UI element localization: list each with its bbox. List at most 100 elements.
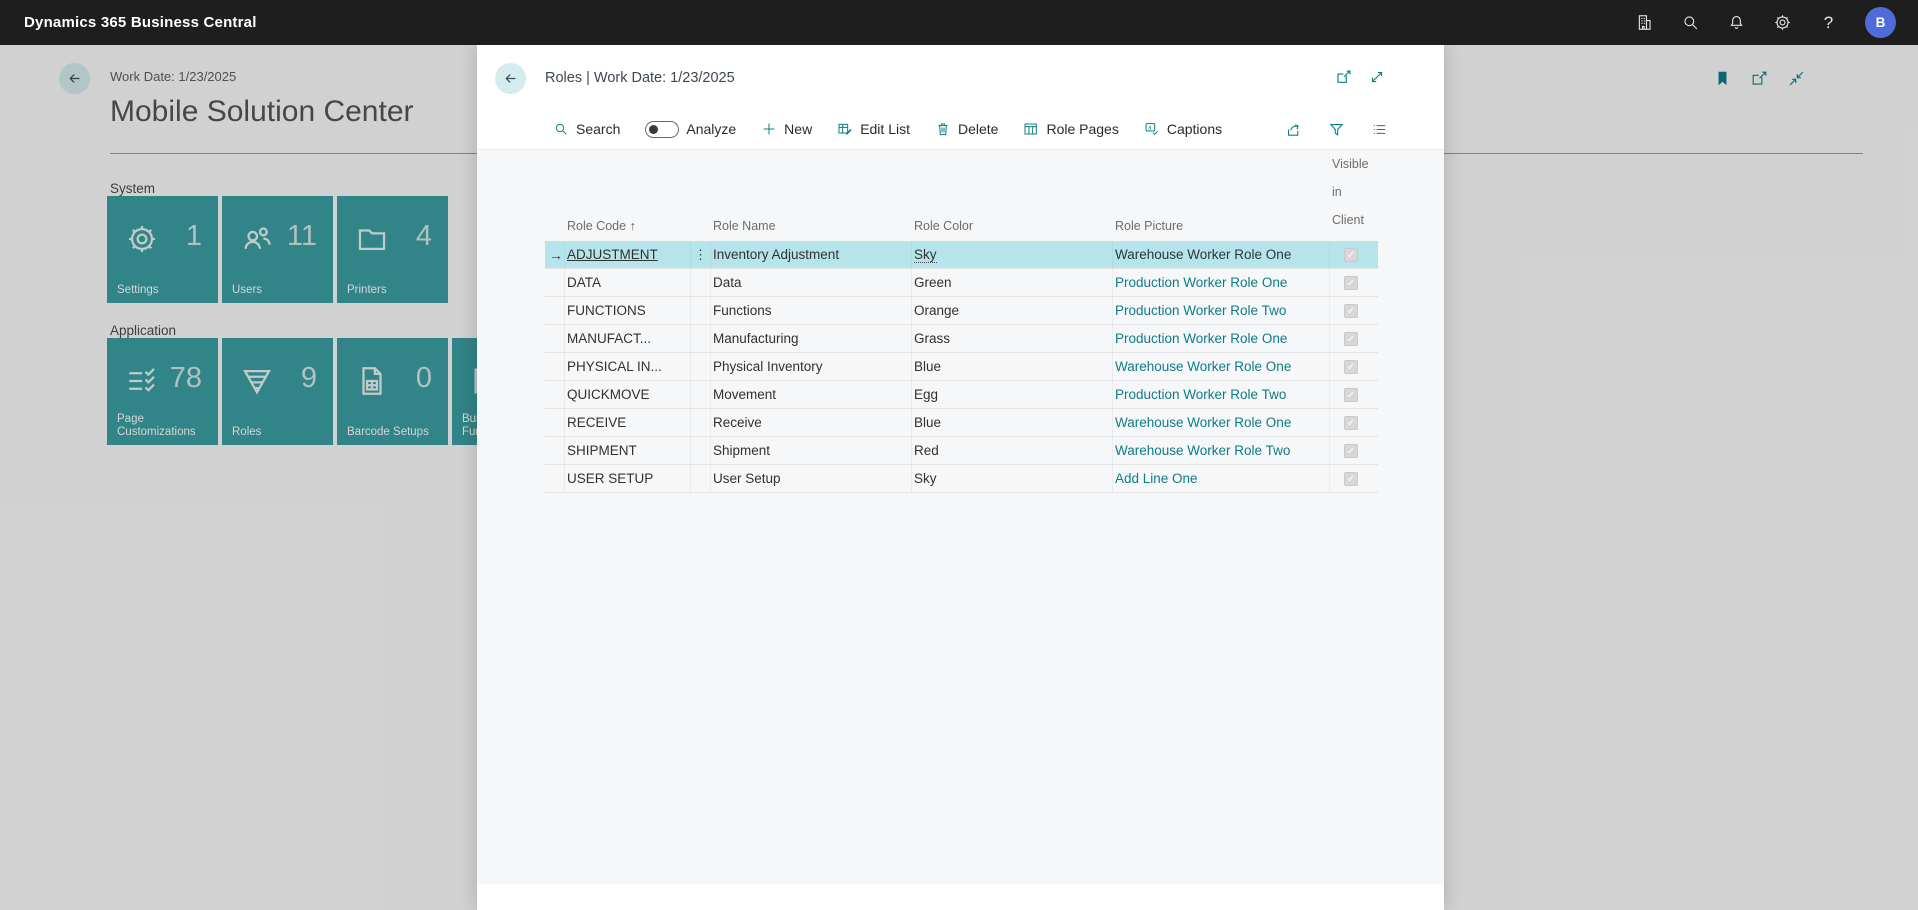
role-color-cell[interactable]: Orange [912,297,1113,325]
role-name-cell[interactable]: Physical Inventory [711,353,912,381]
role-name-cell[interactable]: Receive [711,409,912,437]
gear-icon[interactable] [1773,13,1792,32]
table-row[interactable]: → USER SETUP ⋮ User Setup Sky Add Line O… [545,465,1378,493]
role-name-cell[interactable]: Data [711,269,912,297]
role-color-cell[interactable]: Blue [912,409,1113,437]
checked-checkbox[interactable]: ✓ [1344,388,1358,402]
captions-button[interactable]: a Captions [1144,121,1222,137]
help-icon[interactable]: ? [1819,13,1838,32]
role-picture-link[interactable]: Production Worker Role Two [1115,303,1286,318]
role-picture-link[interactable]: Add Line One [1115,471,1198,486]
role-code-cell[interactable]: FUNCTIONS [565,297,691,325]
role-color-cell[interactable]: Red [912,437,1113,465]
dialog-back-button[interactable] [495,63,526,94]
role-code-cell[interactable]: DATA [565,269,691,297]
role-picture-cell[interactable]: Production Worker Role Two [1113,297,1330,325]
analyze-toggle[interactable]: Analyze [645,121,736,138]
role-code-cell[interactable]: PHYSICAL IN... [565,353,691,381]
role-name-cell[interactable]: Manufacturing [711,325,912,353]
role-picture-cell[interactable]: Warehouse Worker Role One [1113,409,1330,437]
checked-checkbox[interactable]: ✓ [1344,276,1358,290]
visible-in-client-cell: ✓ [1330,409,1378,437]
role-picture-link[interactable]: Warehouse Worker Role Two [1115,443,1290,458]
role-color-cell[interactable]: Sky [912,465,1113,493]
role-picture-link[interactable]: Warehouse Worker Role One [1115,359,1291,374]
role-picture-link[interactable]: Warehouse Worker Role One [1115,247,1291,262]
role-code-cell[interactable]: SHIPMENT [565,437,691,465]
row-menu-cell[interactable]: ⋮ [691,465,711,493]
search-icon[interactable] [1681,13,1700,32]
role-code-cell[interactable]: MANUFACT... [565,325,691,353]
role-color-cell[interactable]: Green [912,269,1113,297]
role-picture-cell[interactable]: Production Worker Role Two [1113,381,1330,409]
role-name-cell[interactable]: User Setup [711,465,912,493]
role-name-cell[interactable]: Functions [711,297,912,325]
role-picture-link[interactable]: Production Worker Role Two [1115,387,1286,402]
role-picture-link[interactable]: Production Worker Role One [1115,275,1287,290]
checked-checkbox[interactable]: ✓ [1344,416,1358,430]
table-row[interactable]: → ADJUSTMENT ⋮ Inventory Adjustment Sky … [545,241,1378,269]
table-row[interactable]: → DATA ⋮ Data Green Production Worker Ro… [545,269,1378,297]
open-in-new-icon[interactable] [1335,68,1353,86]
checked-checkbox[interactable]: ✓ [1344,444,1358,458]
header-role-color[interactable]: Role Color [912,219,1113,234]
edit-list-button[interactable]: Edit List [837,121,910,137]
role-name-cell[interactable]: Inventory Adjustment [711,241,912,269]
table-row[interactable]: → FUNCTIONS ⋮ Functions Orange Productio… [545,297,1378,325]
role-picture-cell[interactable]: Production Worker Role One [1113,269,1330,297]
table-row[interactable]: → PHYSICAL IN... ⋮ Physical Inventory Bl… [545,353,1378,381]
ellipsis-menu-icon[interactable]: ⋮ [693,241,708,269]
header-role-picture[interactable]: Role Picture [1113,219,1330,234]
toggle-switch[interactable] [645,121,679,138]
role-pages-button[interactable]: Role Pages [1023,121,1118,137]
role-name-cell[interactable]: Movement [711,381,912,409]
filter-icon[interactable] [1328,121,1345,138]
row-menu-cell[interactable]: ⋮ [691,409,711,437]
role-color-cell[interactable]: Sky [912,241,1113,269]
table-row[interactable]: → RECEIVE ⋮ Receive Blue Warehouse Worke… [545,409,1378,437]
row-menu-cell[interactable]: ⋮ [691,381,711,409]
role-picture-cell[interactable]: Add Line One [1113,465,1330,493]
checked-checkbox[interactable]: ✓ [1344,248,1358,262]
checked-checkbox[interactable]: ✓ [1344,304,1358,318]
avatar[interactable]: B [1865,7,1896,38]
role-picture-link[interactable]: Warehouse Worker Role One [1115,415,1291,430]
row-menu-cell[interactable]: ⋮ [691,325,711,353]
checked-checkbox[interactable]: ✓ [1344,360,1358,374]
header-visible-in-client[interactable]: Visible in Client [1330,150,1378,234]
role-picture-cell[interactable]: Warehouse Worker Role One [1113,241,1330,269]
role-code-cell[interactable]: ADJUSTMENT [565,241,691,269]
role-picture-cell[interactable]: Warehouse Worker Role Two [1113,437,1330,465]
role-color-cell[interactable]: Blue [912,353,1113,381]
table-row[interactable]: → MANUFACT... ⋮ Manufacturing Grass Prod… [545,325,1378,353]
row-menu-cell[interactable]: ⋮ [691,297,711,325]
role-code-cell[interactable]: USER SETUP [565,465,691,493]
checked-checkbox[interactable]: ✓ [1344,472,1358,486]
header-role-code[interactable]: Role Code ↑ [565,219,691,234]
table-row[interactable]: → QUICKMOVE ⋮ Movement Egg Production Wo… [545,381,1378,409]
new-button[interactable]: New [761,121,812,137]
visible-in-client-cell: ✓ [1330,381,1378,409]
role-picture-link[interactable]: Production Worker Role One [1115,331,1287,346]
row-menu-cell[interactable]: ⋮ [691,269,711,297]
row-menu-cell[interactable]: ⋮ [691,241,711,269]
role-color-cell[interactable]: Grass [912,325,1113,353]
role-picture-cell[interactable]: Warehouse Worker Role One [1113,353,1330,381]
checked-checkbox[interactable]: ✓ [1344,332,1358,346]
search-button[interactable]: Search [553,121,620,137]
role-code-cell[interactable]: RECEIVE [565,409,691,437]
header-role-name[interactable]: Role Name [711,219,912,234]
list-view-icon[interactable] [1371,121,1388,138]
row-menu-cell[interactable]: ⋮ [691,437,711,465]
building-icon[interactable] [1635,13,1654,32]
bell-icon[interactable] [1727,13,1746,32]
role-color-cell[interactable]: Egg [912,381,1113,409]
table-row[interactable]: → SHIPMENT ⋮ Shipment Red Warehouse Work… [545,437,1378,465]
role-picture-cell[interactable]: Production Worker Role One [1113,325,1330,353]
row-menu-cell[interactable]: ⋮ [691,353,711,381]
delete-button[interactable]: Delete [935,121,998,137]
role-code-cell[interactable]: QUICKMOVE [565,381,691,409]
share-icon[interactable] [1285,121,1302,138]
expand-icon[interactable] [1368,68,1386,86]
role-name-cell[interactable]: Shipment [711,437,912,465]
